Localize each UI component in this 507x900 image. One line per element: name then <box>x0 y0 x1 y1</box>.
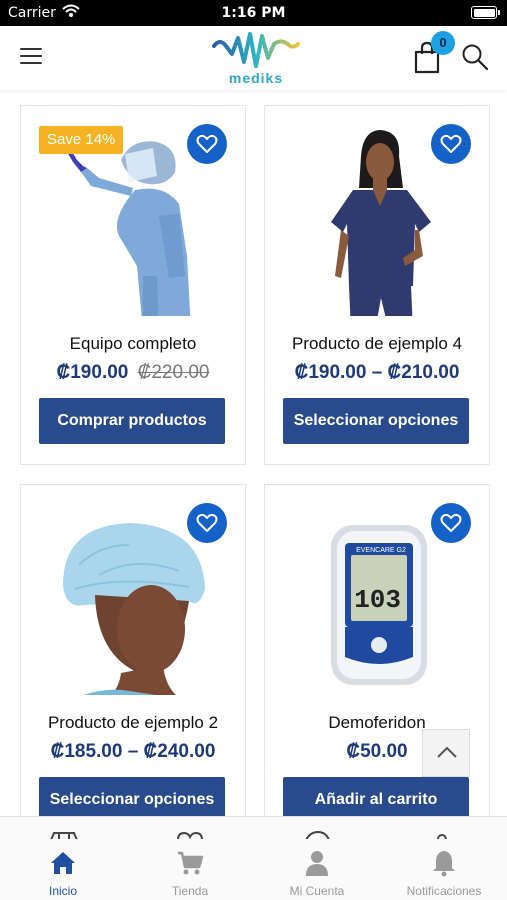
battery-icon <box>471 6 500 19</box>
chevron-up-icon <box>437 746 457 758</box>
home-icon <box>51 852 75 874</box>
old-price: ₡220.00 <box>137 362 210 383</box>
account-icon <box>437 834 447 839</box>
product-card[interactable]: Producto de ejemplo 2 ₡185.00 – ₡240.00 … <box>20 484 246 844</box>
heart-icon <box>440 513 462 532</box>
product-title[interactable]: Producto de ejemplo 2 <box>21 713 245 733</box>
clock: 1:16 PM <box>221 5 286 21</box>
tab-label: Mi Cuenta <box>289 884 345 898</box>
select-options-button[interactable]: Seleccionar opciones <box>283 398 469 444</box>
app-header: mediks 0 <box>0 26 507 90</box>
tab-label: Inicio <box>48 884 77 898</box>
logo-text: mediks <box>228 70 284 86</box>
logo[interactable]: mediks <box>212 30 300 88</box>
heart-icon <box>440 134 462 153</box>
tab-notificaciones[interactable]: Notificaciones <box>381 839 507 899</box>
tab-label: Notificaciones <box>406 884 482 898</box>
status-bar: Carrier 1:16 PM <box>0 0 507 26</box>
product-title[interactable]: Equipo completo <box>21 334 245 354</box>
favorite-button[interactable] <box>187 503 227 543</box>
partially-hidden-icons <box>0 817 507 839</box>
user-icon <box>306 851 328 876</box>
store-icon <box>50 832 78 839</box>
cart-icon <box>178 851 204 875</box>
menu-button[interactable] <box>20 48 42 66</box>
device-brand: EVENCARE G2 <box>356 547 406 554</box>
product-card[interactable]: EVENCARE G2 103 Demoferidon ₡50.00 Añadi… <box>264 484 490 844</box>
product-card[interactable]: Producto de ejemplo 4 ₡190.00 – ₡210.00 … <box>264 105 490 465</box>
tab-tienda[interactable]: Tienda <box>127 839 253 899</box>
favorite-button[interactable] <box>431 124 471 164</box>
history-icon <box>305 831 330 839</box>
favorite-button[interactable] <box>431 503 471 543</box>
product-price: ₡190.00 ₡220.00 <box>21 362 245 384</box>
buy-products-button[interactable]: Comprar productos <box>39 398 225 444</box>
sale-badge: Save 14% <box>39 126 124 154</box>
logo-wave-icon <box>212 32 300 68</box>
favorite-button[interactable] <box>187 124 227 164</box>
tab-label: Tienda <box>171 884 209 898</box>
scroll-to-top-button[interactable] <box>422 729 470 777</box>
tab-mi-cuenta[interactable]: Mi Cuenta <box>254 839 380 899</box>
bottom-tab-bar: Inicio Tienda Mi Cuenta Notificaciones <box>0 816 507 900</box>
search-icon[interactable] <box>460 42 490 72</box>
heart-icon <box>177 831 203 839</box>
product-title[interactable]: Producto de ejemplo 4 <box>265 334 489 354</box>
tab-inicio[interactable]: Inicio <box>0 839 126 899</box>
product-price: ₡190.00 – ₡210.00 <box>294 362 460 383</box>
heart-icon <box>196 134 218 153</box>
product-card[interactable]: Save 14% Equipo completo ₡190.00 ₡220.00… <box>20 105 246 465</box>
product-price: ₡185.00 – ₡240.00 <box>50 741 216 762</box>
current-price: ₡190.00 <box>56 362 129 383</box>
device-reading: 103 <box>354 585 401 615</box>
bell-icon <box>433 851 455 877</box>
heart-icon <box>196 513 218 532</box>
cart-count-badge: 0 <box>431 31 455 55</box>
